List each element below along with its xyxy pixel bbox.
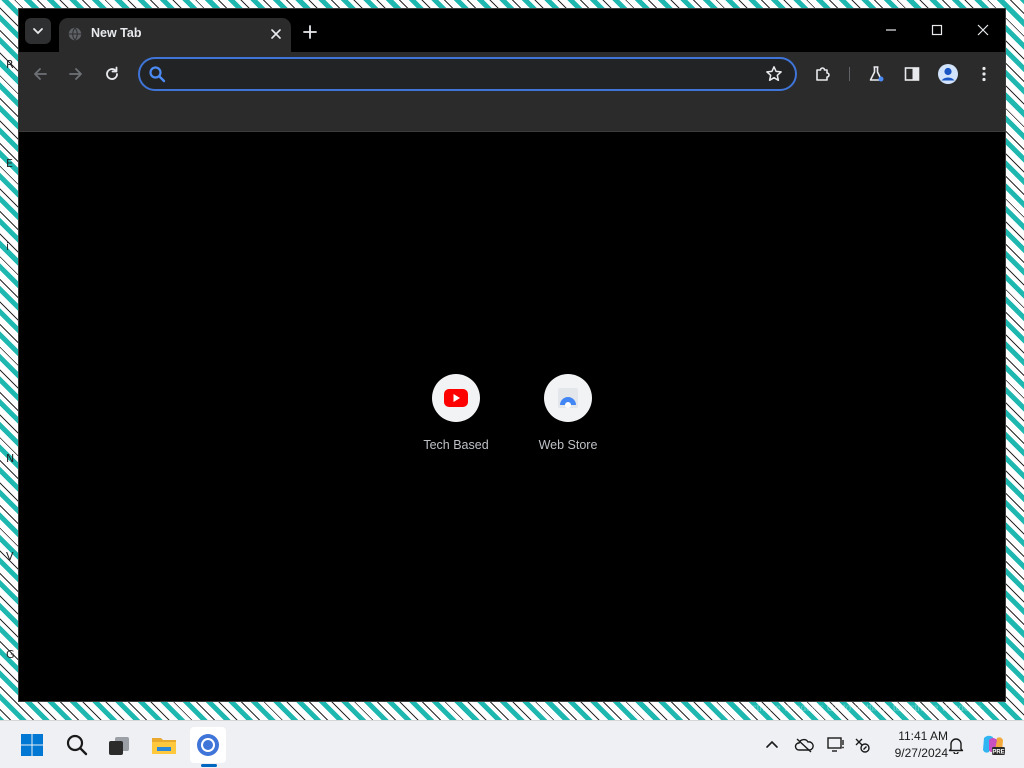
desktop-letter: E [6, 157, 13, 170]
copilot-badge: PRE [992, 750, 1004, 756]
shortcut-label: Tech Based [423, 438, 489, 452]
desktop-letter: N [6, 452, 15, 465]
file-explorer-button[interactable] [146, 727, 182, 763]
desktop-letter: V [6, 550, 14, 563]
tab-new-tab[interactable]: New Tab [59, 18, 291, 52]
browser-toolbar [19, 52, 1005, 96]
desktop-icons-strip: R E i N V G [0, 0, 18, 720]
forward-icon [69, 68, 82, 80]
active-app-indicator [201, 764, 217, 767]
copilot-button[interactable]: PRE [980, 732, 1006, 758]
file-explorer-icon [152, 738, 176, 754]
youtube-icon [444, 389, 468, 407]
display-tray-button[interactable] [826, 735, 846, 755]
desktop-letter: R [6, 58, 14, 71]
search-icon [149, 66, 166, 83]
new-tab-button[interactable] [299, 21, 321, 43]
profile-icon [938, 64, 958, 84]
chrome-taskbar-button[interactable] [190, 727, 226, 763]
bell-icon [948, 738, 964, 754]
activation-watermark: Activate Windows Go to Settings to activ… [745, 703, 985, 714]
forward-button[interactable] [64, 62, 88, 86]
tab-close-button[interactable] [267, 25, 285, 43]
address-input[interactable] [172, 64, 752, 84]
shortcut-tech-based[interactable]: Tech Based [400, 374, 512, 464]
bookmarks-bar [19, 96, 1005, 132]
taskbar: 11:41 AM 9/27/2024 PRE [0, 720, 1024, 768]
search-icon [66, 734, 88, 756]
side-panel-button[interactable] [900, 62, 924, 86]
clock-date: 9/27/2024 [894, 746, 948, 760]
profile-button[interactable] [936, 62, 960, 86]
close-icon [977, 24, 989, 36]
taskbar-search-button[interactable] [59, 727, 95, 763]
desktop-letter: i [6, 240, 10, 253]
reload-button[interactable] [100, 62, 124, 86]
start-button[interactable] [14, 727, 50, 763]
close-icon [271, 29, 281, 39]
shortcut-web-store[interactable]: Web Store [512, 374, 624, 464]
notifications-button[interactable] [946, 735, 966, 755]
onedrive-icon [794, 738, 814, 753]
more-icon [982, 66, 986, 82]
web-store-icon [558, 388, 578, 408]
onedrive-tray-button[interactable] [794, 735, 814, 755]
maximize-icon [931, 24, 943, 36]
show-hidden-icons-button[interactable] [762, 735, 782, 755]
address-bar[interactable] [138, 57, 797, 91]
maximize-button[interactable] [923, 19, 951, 41]
back-button[interactable] [28, 62, 52, 86]
clock-time: 11:41 AM [898, 729, 948, 743]
more-menu-button[interactable] [972, 62, 996, 86]
extensions-icon [816, 67, 830, 81]
chevron-up-icon [766, 740, 778, 748]
task-view-icon [109, 737, 129, 755]
globe-icon [68, 27, 82, 41]
browser-window: New Tab Tech Based Web Store [18, 8, 1006, 702]
network-icon [855, 738, 870, 753]
chevron-down-icon [33, 28, 43, 35]
shortcut-label: Web Store [538, 438, 598, 452]
taskbar-clock[interactable]: 11:41 AM 9/27/2024 [872, 728, 948, 762]
start-icon [21, 734, 43, 756]
side-panel-icon [904, 67, 920, 81]
minimize-button[interactable] [877, 19, 905, 41]
toolbar-separator [849, 67, 850, 81]
shortcut-tile[interactable] [544, 374, 592, 422]
plus-icon [303, 25, 317, 39]
tab-strip: New Tab [19, 9, 1005, 52]
chrome-icon [197, 734, 219, 756]
new-tab-page: Tech Based Web Store [19, 132, 1005, 701]
tab-title: New Tab [91, 26, 142, 40]
back-icon [34, 68, 47, 80]
task-view-button[interactable] [101, 727, 137, 763]
shortcut-tile[interactable] [432, 374, 480, 422]
labs-icon [869, 66, 884, 82]
minimize-icon [886, 29, 896, 31]
labs-button[interactable] [864, 62, 888, 86]
window-close-button[interactable] [969, 19, 997, 41]
display-icon [827, 737, 844, 752]
extensions-button[interactable] [811, 62, 835, 86]
desktop-letter: G [6, 648, 15, 661]
tab-search-button[interactable] [25, 18, 51, 44]
copilot-icon: PRE [983, 735, 1005, 756]
reload-icon [106, 66, 118, 80]
network-tray-button[interactable] [852, 735, 872, 755]
star-icon[interactable] [765, 65, 783, 83]
